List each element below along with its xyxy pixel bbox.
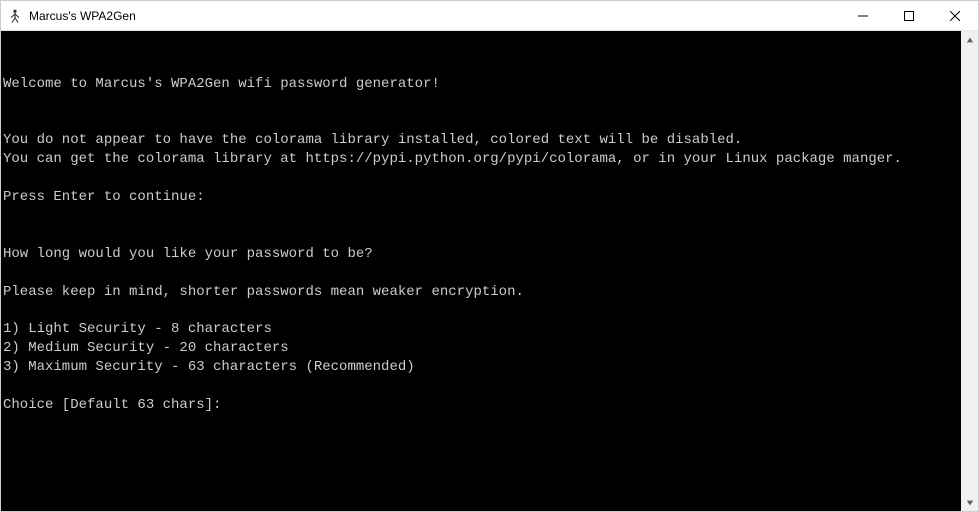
scroll-down-arrow-icon[interactable]	[961, 494, 978, 511]
terminal-line: How long would you like your password to…	[3, 245, 961, 264]
terminal-line	[3, 264, 961, 283]
terminal-line	[3, 94, 961, 113]
app-icon	[7, 8, 23, 24]
terminal-line: Press Enter to continue:	[3, 188, 961, 207]
maximize-button[interactable]	[886, 1, 932, 31]
terminal-line	[3, 301, 961, 320]
terminal-line	[3, 37, 961, 56]
terminal-line: Choice [Default 63 chars]:	[3, 396, 961, 415]
scrollbar-track[interactable]	[961, 48, 978, 494]
window-titlebar: Marcus's WPA2Gen	[1, 1, 978, 31]
vertical-scrollbar[interactable]	[961, 31, 978, 511]
terminal-line	[3, 207, 961, 226]
terminal-line: 1) Light Security - 8 characters	[3, 320, 961, 339]
close-button[interactable]	[932, 1, 978, 31]
terminal-line	[3, 113, 961, 132]
terminal-output[interactable]: Welcome to Marcus's WPA2Gen wifi passwor…	[1, 31, 961, 511]
terminal-line: You can get the colorama library at http…	[3, 150, 961, 169]
terminal-line: Welcome to Marcus's WPA2Gen wifi passwor…	[3, 75, 961, 94]
terminal-line: 2) Medium Security - 20 characters	[3, 339, 961, 358]
content-wrapper: Welcome to Marcus's WPA2Gen wifi passwor…	[1, 31, 978, 511]
window-controls	[840, 1, 978, 30]
terminal-line	[3, 56, 961, 75]
scroll-up-arrow-icon[interactable]	[961, 31, 978, 48]
terminal-line: 3) Maximum Security - 63 characters (Rec…	[3, 358, 961, 377]
terminal-line: You do not appear to have the colorama l…	[3, 131, 961, 150]
terminal-line: Please keep in mind, shorter passwords m…	[3, 283, 961, 302]
terminal-line	[3, 377, 961, 396]
terminal-line	[3, 169, 961, 188]
minimize-button[interactable]	[840, 1, 886, 31]
terminal-line	[3, 226, 961, 245]
window-title: Marcus's WPA2Gen	[29, 9, 136, 23]
